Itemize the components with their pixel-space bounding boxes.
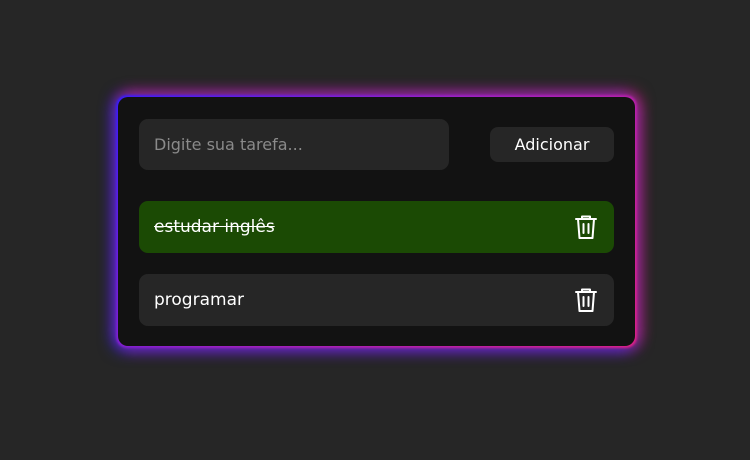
task-item-done[interactable]: estudar inglês xyxy=(139,201,614,253)
trash-icon[interactable] xyxy=(574,214,598,240)
task-input-placeholder: Digite sua tarefa... xyxy=(154,135,303,154)
add-button[interactable]: Adicionar xyxy=(490,127,614,162)
task-item[interactable]: programar xyxy=(139,274,614,326)
todo-card: Digite sua tarefa... Adicionar estudar i… xyxy=(118,97,635,346)
task-text[interactable]: programar xyxy=(154,290,244,310)
task-text[interactable]: estudar inglês xyxy=(154,217,275,237)
trash-icon[interactable] xyxy=(574,287,598,313)
task-input[interactable]: Digite sua tarefa... xyxy=(139,119,449,170)
